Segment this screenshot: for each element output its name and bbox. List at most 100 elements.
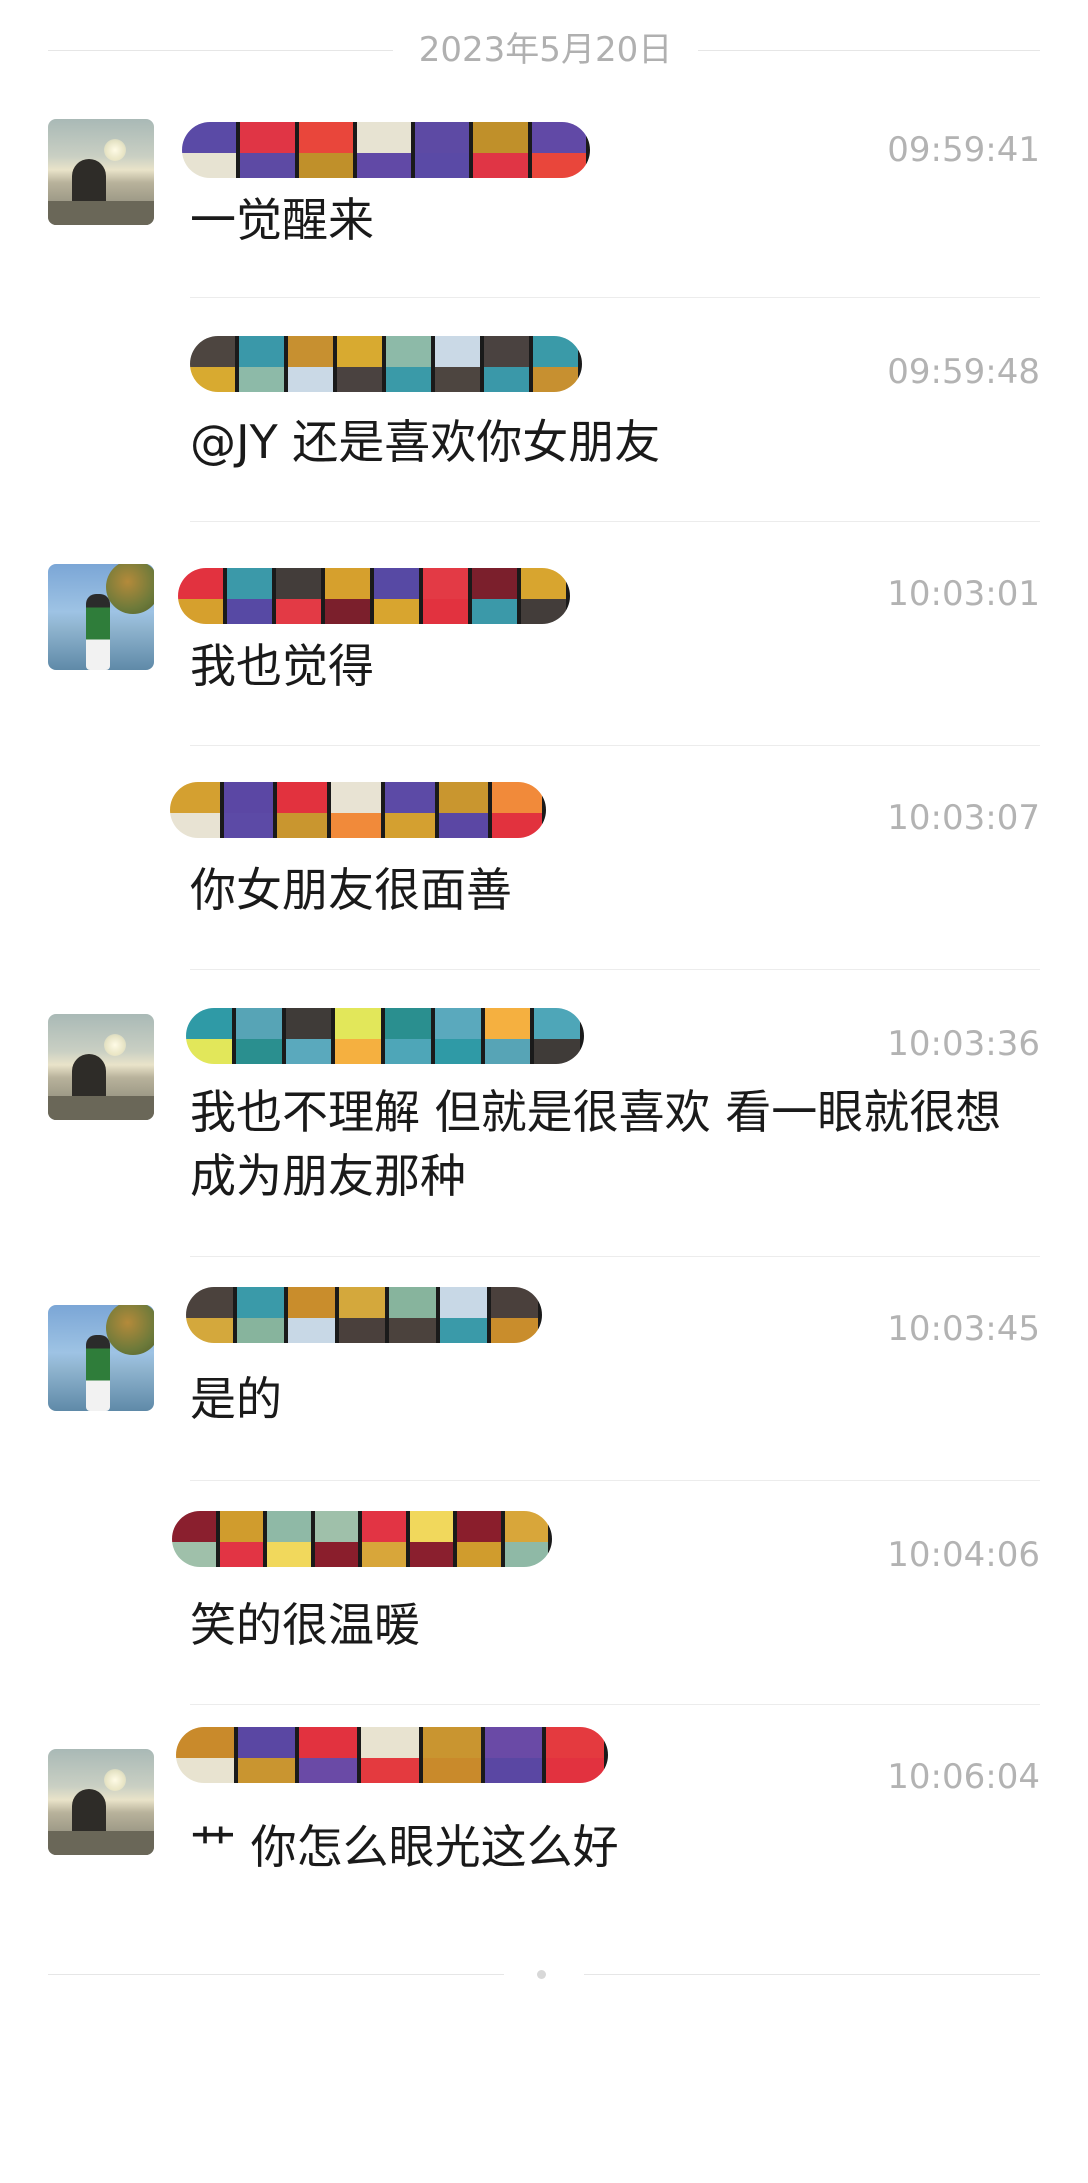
redaction-tile (440, 1287, 492, 1343)
redaction-tile (178, 568, 227, 624)
redaction-tile (422, 1727, 485, 1783)
divider-line-left (48, 50, 393, 51)
redaction-tile (186, 1008, 236, 1064)
lake-man-avatar[interactable] (48, 564, 154, 670)
redacted-sender-name (176, 1727, 608, 1783)
chat-message[interactable]: 10:03:01 我也觉得 (0, 522, 1088, 746)
chat-message[interactable]: 10:04:06 笑的很温暖 (0, 1481, 1088, 1705)
divider-dot (537, 1970, 546, 1979)
message-text[interactable]: 我也觉得 (190, 634, 1042, 698)
redaction-tile (277, 782, 332, 838)
chat-message[interactable]: 10:06:04 艹 你怎么眼光这么好 (0, 1705, 1088, 1935)
redacted-sender-name (170, 782, 546, 838)
redaction-tile (298, 122, 357, 178)
redaction-tile (384, 782, 439, 838)
message-time: 09:59:48 (887, 352, 1040, 392)
redaction-tile (484, 1008, 535, 1064)
redaction-tile (219, 1511, 267, 1567)
redacted-sender-name (178, 568, 570, 624)
chat-message[interactable]: 10:03:07 你女朋友很面善 (0, 746, 1088, 970)
message-text[interactable]: 一觉醒来 (190, 188, 1042, 252)
message-time: 10:03:45 (887, 1309, 1040, 1349)
redaction-tile (438, 782, 493, 838)
redaction-tile (374, 568, 423, 624)
redaction-tile (331, 782, 385, 838)
message-text[interactable]: 我也不理解 但就是很喜欢 看一眼就很想成为朋友那种 (190, 1080, 1042, 1208)
redaction-tile (186, 1287, 237, 1343)
end-of-history-divider (48, 1962, 1040, 1986)
redaction-tile (457, 1511, 505, 1567)
redaction-tile (435, 336, 484, 392)
divider-line-right (698, 50, 1040, 51)
redaction-tile (423, 568, 472, 624)
chat-message[interactable]: 10:03:45 是的 (0, 1257, 1088, 1481)
redaction-tile (182, 122, 241, 178)
message-time: 10:03:07 (887, 798, 1040, 838)
redaction-tile (484, 1727, 547, 1783)
redaction-tile (240, 122, 299, 178)
redaction-tile (491, 1287, 542, 1343)
chat-message[interactable]: 10:03:36 我也不理解 但就是很喜欢 看一眼就很想成为朋友那种 (0, 970, 1088, 1258)
redaction-tile (176, 1727, 238, 1783)
redaction-tile (533, 336, 582, 392)
redaction-tile (385, 1008, 435, 1064)
redacted-sender-name (186, 1008, 584, 1064)
redaction-tile (314, 1511, 362, 1567)
lake-man-avatar[interactable] (48, 1305, 154, 1411)
redaction-tile (325, 568, 374, 624)
redacted-sender-name (172, 1511, 552, 1567)
redaction-tile (237, 1727, 300, 1783)
redaction-tile (335, 1008, 385, 1064)
message-text[interactable]: @JY 还是喜欢你女朋友 (190, 410, 1042, 474)
redaction-tile (276, 568, 325, 624)
redaction-tile (170, 782, 224, 838)
redaction-tile (223, 782, 278, 838)
message-time: 10:03:36 (887, 1024, 1040, 1064)
sunset-woman-avatar[interactable] (48, 1749, 154, 1855)
redaction-tile (434, 1008, 485, 1064)
message-text[interactable]: 你女朋友很面善 (190, 858, 1042, 922)
redaction-tile (299, 1727, 362, 1783)
redaction-tile (415, 122, 474, 178)
redaction-tile (267, 1511, 315, 1567)
redaction-tile (190, 336, 239, 392)
redaction-tile (337, 336, 386, 392)
redaction-tile (546, 1727, 608, 1783)
redaction-tile (386, 336, 435, 392)
redaction-tile (389, 1287, 441, 1343)
redaction-tile (534, 1008, 584, 1064)
redaction-tile (227, 568, 276, 624)
redaction-tile (531, 122, 590, 178)
redaction-tile (361, 1727, 423, 1783)
chat-message[interactable]: 09:59:48 @JY 还是喜欢你女朋友 (0, 298, 1088, 522)
redaction-tile (492, 782, 546, 838)
message-time: 10:03:01 (887, 574, 1040, 614)
message-text[interactable]: 是的 (190, 1367, 1042, 1431)
redaction-tile (285, 1008, 336, 1064)
message-time: 10:06:04 (887, 1757, 1040, 1797)
redaction-tile (172, 1511, 220, 1567)
redaction-tile (235, 1008, 286, 1064)
redaction-tile (338, 1287, 390, 1343)
divider-line-left (48, 1974, 504, 1975)
redaction-tile (504, 1511, 552, 1567)
sunset-woman-avatar[interactable] (48, 119, 154, 225)
date-label: 2023年5月20日 (418, 30, 673, 70)
date-divider: 2023年5月20日 (48, 20, 1040, 80)
redaction-tile (484, 336, 533, 392)
redaction-tile (236, 1287, 288, 1343)
chat-message[interactable]: 09:59:41 一觉醒来 (0, 118, 1088, 298)
redacted-sender-name (190, 336, 582, 392)
redaction-tile (362, 1511, 410, 1567)
redaction-tile (288, 336, 337, 392)
redacted-sender-name (182, 122, 590, 178)
message-time: 10:04:06 (887, 1535, 1040, 1575)
redaction-tile (472, 568, 521, 624)
redaction-tile (409, 1511, 457, 1567)
redaction-tile (356, 122, 416, 178)
redaction-tile (521, 568, 570, 624)
message-text[interactable]: 笑的很温暖 (190, 1593, 1042, 1657)
message-time: 09:59:41 (887, 130, 1040, 170)
sunset-woman-avatar[interactable] (48, 1014, 154, 1120)
message-text[interactable]: 艹 你怎么眼光这么好 (190, 1815, 1042, 1879)
